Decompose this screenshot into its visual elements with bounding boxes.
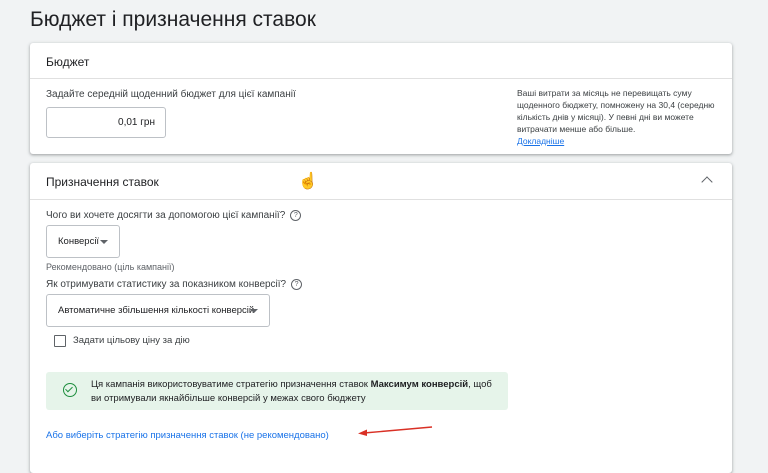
goal-question-text: Чого ви хочете досягти за допомогою цієї… (46, 210, 286, 222)
strategy-info-box: Ця кампанія використовуватиме стратегію … (46, 372, 508, 410)
goal-dropdown-value: Конверсії (58, 236, 100, 247)
budget-note: Ваші витрати за місяць не перевищать сум… (517, 87, 717, 147)
info-text-bold: Максимум конверсій (370, 379, 469, 390)
goal-dropdown[interactable]: Конверсії (46, 225, 120, 258)
goal-question: Чого ви хочете досягти за допомогою цієї… (46, 210, 302, 222)
bidding-header[interactable]: Призначення ставок (46, 175, 159, 189)
daily-budget-value: 0,01 грн (118, 117, 155, 128)
target-cpa-checkbox[interactable] (54, 335, 66, 347)
info-text-before: Ця кампанія використовуватиме стратегію … (91, 379, 371, 390)
bidding-divider (30, 199, 732, 200)
measure-dropdown[interactable]: Автоматичне збільшення кількості конверс… (46, 294, 270, 327)
measure-question: Як отримувати статистику за показником к… (46, 279, 303, 291)
hand-pointer-icon: ☝ (298, 173, 318, 190)
help-icon[interactable]: ? (291, 279, 303, 290)
budget-header: Бюджет (46, 55, 90, 69)
measure-dropdown-value: Автоматичне збільшення кількості конверс… (58, 305, 255, 316)
help-icon[interactable]: ? (290, 210, 302, 221)
page-title: Бюджет і призначення ставок (30, 8, 316, 31)
daily-budget-input[interactable]: 0,01 грн (46, 107, 166, 138)
budget-divider (30, 78, 732, 79)
red-arrow-icon (358, 426, 433, 436)
alt-strategy-link[interactable]: Або виберіть стратегію призначення ставо… (46, 430, 329, 441)
caret-down-icon (250, 309, 258, 313)
goal-hint: Рекомендовано (ціль кампанії) (46, 262, 175, 272)
target-cpa-label[interactable]: Задати цільову ціну за дію (73, 335, 190, 346)
caret-down-icon (100, 240, 108, 244)
budget-note-text: Ваші витрати за місяць не перевищать сум… (517, 88, 715, 134)
learn-more-link[interactable]: Докладніше (517, 136, 564, 146)
budget-card: Бюджет Задайте середній щоденний бюджет … (30, 43, 732, 154)
budget-prompt: Задайте середній щоденний бюджет для ціє… (46, 89, 296, 100)
check-circle-icon (63, 383, 77, 397)
chevron-up-icon[interactable] (701, 176, 713, 188)
strategy-info-text: Ця кампанія використовуватиме стратегію … (91, 378, 501, 406)
measure-question-text: Як отримувати статистику за показником к… (46, 279, 287, 291)
